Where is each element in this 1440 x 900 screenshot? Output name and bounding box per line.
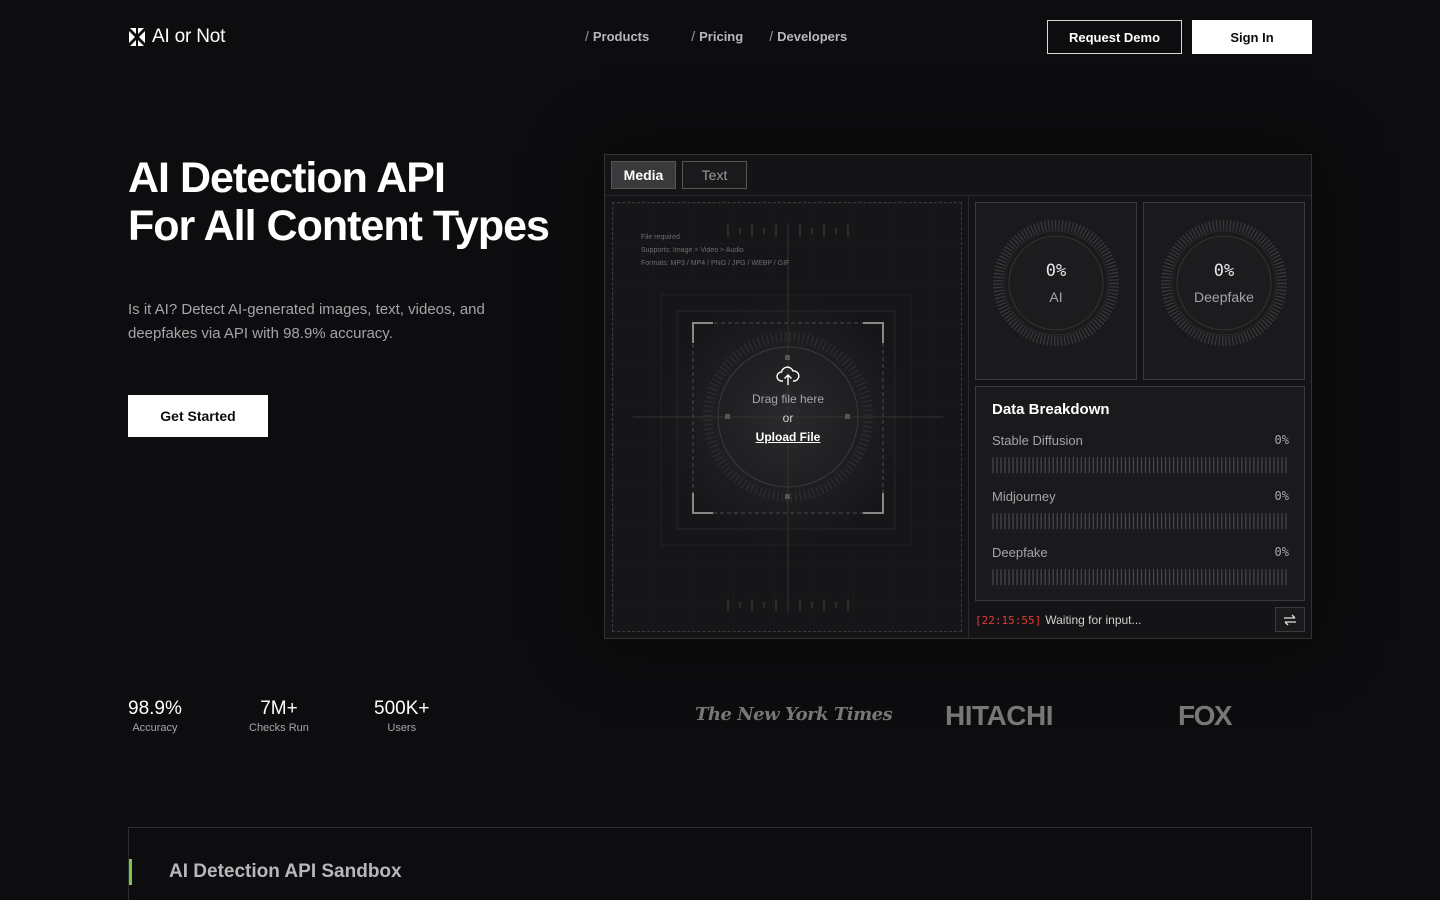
- logo[interactable]: AI or Not: [128, 26, 225, 48]
- breakdown-name: Deepfake: [992, 545, 1048, 560]
- swap-arrows-icon: [1284, 614, 1296, 625]
- stat-checks: 7M+ Checks Run: [249, 697, 309, 735]
- detection-panel: Media Text File required Supports: Image…: [604, 154, 1312, 639]
- stat-users: 500K+ Users: [374, 697, 429, 735]
- status-line: [22:15:55] Waiting for input...: [975, 611, 1142, 629]
- breakdown-bar: [992, 569, 1287, 585]
- tab-text[interactable]: Text: [682, 161, 747, 189]
- breakdown-percent: 0%: [1274, 433, 1289, 447]
- upload-requirements: File required Supports: Image > Video > …: [641, 231, 789, 270]
- api-sandbox-section: AI Detection API Sandbox: [128, 827, 1312, 900]
- status-text: Waiting for input...: [1045, 613, 1142, 627]
- breakdown-percent: 0%: [1274, 545, 1289, 559]
- hero-title-line2: For All Content Types: [128, 202, 550, 250]
- cloud-upload-icon: [776, 366, 800, 385]
- nav-link-pricing[interactable]: / Pricing: [691, 28, 743, 44]
- settings-toggle-button[interactable]: [1275, 607, 1305, 632]
- media-tabs: Media Text: [611, 161, 747, 189]
- drag-file-text: Drag file here: [751, 392, 825, 406]
- breakdown-title: Data Breakdown: [992, 401, 1110, 418]
- tab-media[interactable]: Media: [611, 161, 676, 189]
- deepfake-gauge-value: 0%: [1213, 261, 1235, 281]
- meta-formats: Formats: MP3 / MP4 / PNG / JPG / WEBP / …: [641, 260, 790, 267]
- breakdown-percent: 0%: [1274, 489, 1289, 503]
- meta-supports: Supports: Image > Video > Audio: [641, 247, 744, 254]
- upload-file-link[interactable]: Upload File: [613, 428, 961, 447]
- deepfake-gauge-label: Deepfake: [1194, 289, 1254, 305]
- top-nav: AI or Not / Products / Pricing / Developers…: [0, 0, 1440, 74]
- dropzone-center: Drag file here or Upload File: [613, 365, 961, 447]
- hero-title-line1: AI Detection API: [128, 154, 446, 202]
- stat-value: 7M+: [260, 698, 298, 719]
- panel-divider: [968, 195, 969, 638]
- or-text: or: [782, 411, 794, 425]
- stat-label: Checks Run: [249, 722, 309, 734]
- hero-description: Is it AI? Detect AI-generated images, te…: [128, 301, 485, 342]
- panel-divider: [605, 195, 1311, 196]
- sandbox-title: AI Detection API Sandbox: [169, 861, 402, 882]
- breakdown-bar: [992, 457, 1287, 473]
- file-dropzone[interactable]: File required Supports: Image > Video > …: [612, 202, 962, 632]
- deepfake-gauge-ring: [1161, 220, 1287, 346]
- breakdown-bar: [992, 513, 1287, 529]
- nav-link-developers[interactable]: / Developers: [769, 28, 847, 44]
- request-demo-button[interactable]: Request Demo: [1047, 20, 1182, 54]
- ai-gauge-label: AI: [1049, 289, 1063, 305]
- ai-gauge-value: 0%: [1045, 261, 1067, 281]
- nav-links: / Products / Pricing / Developers: [585, 28, 847, 44]
- stat-accuracy: 98.9% Accuracy: [128, 697, 182, 735]
- ai-gauge-card: 0% AI: [975, 202, 1137, 380]
- data-breakdown: Data Breakdown Stable Diffusion 0% Midjo…: [975, 386, 1305, 601]
- deepfake-gauge-card: 0% Deepfake: [1143, 202, 1305, 380]
- sign-in-button[interactable]: Sign In: [1192, 20, 1312, 54]
- fox-logo: FOX: [1178, 700, 1233, 731]
- stat-label: Users: [387, 722, 417, 734]
- get-started-button[interactable]: Get Started: [128, 395, 268, 437]
- nyt-logo: The New York Times: [695, 704, 893, 725]
- stat-value: 500K+: [374, 698, 430, 719]
- stat-label: Accuracy: [132, 722, 178, 734]
- nav-link-products[interactable]: / Products: [585, 28, 649, 44]
- stat-value: 98.9%: [128, 698, 182, 719]
- breakdown-name: Midjourney: [992, 489, 1056, 504]
- meta-required: File required: [641, 234, 680, 241]
- hero-title: AI Detection API For All Content Types: [128, 154, 550, 250]
- hitachi-logo: HITACHI: [945, 700, 1053, 731]
- sandbox-accent-bar: [129, 859, 132, 885]
- breakdown-name: Stable Diffusion: [992, 433, 1083, 448]
- logo-icon: [129, 28, 145, 46]
- status-timestamp: [22:15:55]: [975, 613, 1042, 627]
- logo-text: AI or Not: [152, 26, 226, 47]
- ai-gauge-ring: [993, 220, 1119, 346]
